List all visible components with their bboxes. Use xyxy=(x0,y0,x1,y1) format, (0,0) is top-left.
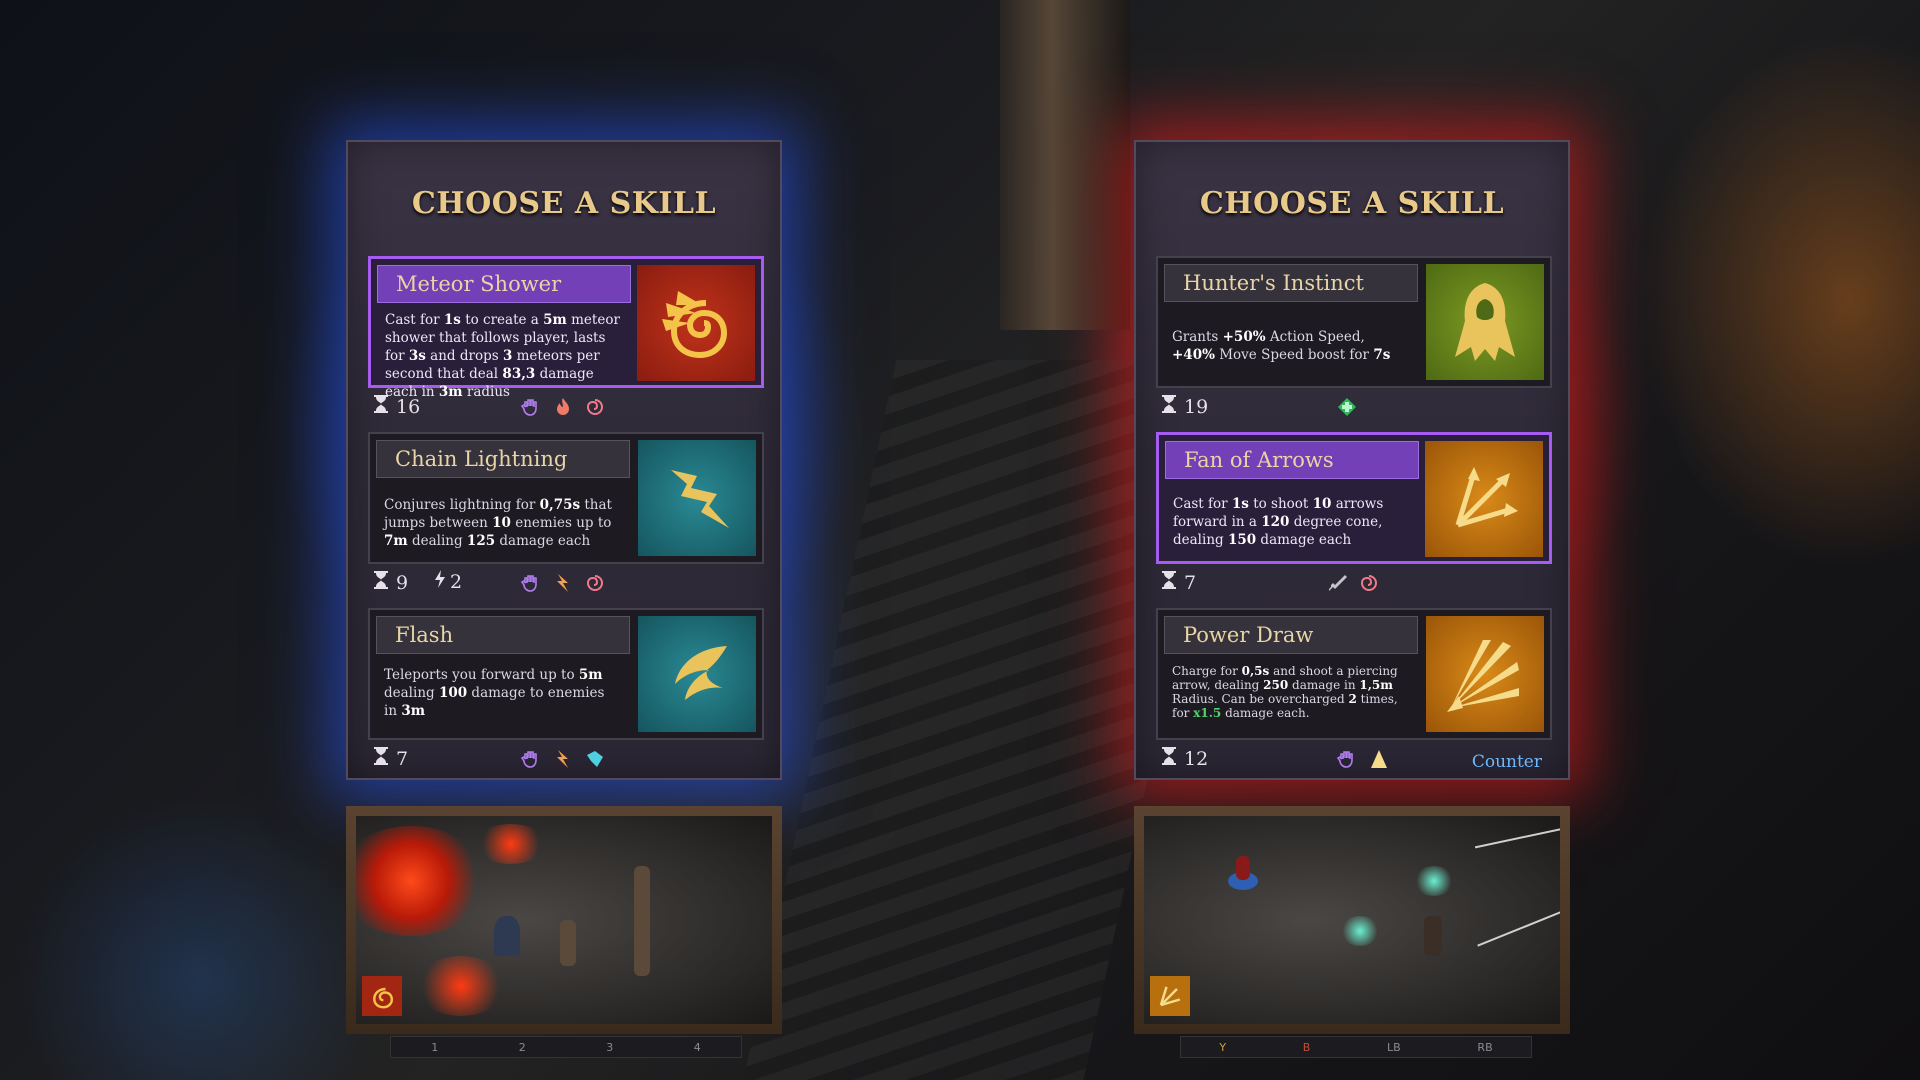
hotkey-bar-right: Y B LB RB xyxy=(1180,1036,1532,1058)
skill-description: Cast for 1s to shoot 10 arrows forward i… xyxy=(1173,496,1384,548)
panel-title: CHOOSE A SKILL xyxy=(411,186,717,221)
skill-tags xyxy=(1336,396,1358,418)
skill-name: Fan of Arrows xyxy=(1165,441,1419,479)
skill-tags xyxy=(520,748,606,770)
skill-description: Cast for 1s to create a 5m meteor shower… xyxy=(385,312,620,400)
arrow-fan-icon xyxy=(1150,976,1190,1016)
meteor-icon xyxy=(637,265,755,381)
meteor-icon xyxy=(362,976,402,1016)
skill-description: Teleports you forward up to 5m dealing 1… xyxy=(384,667,605,719)
skill-card-power-draw[interactable]: Power Draw Charge for 0,5s and shoot a p… xyxy=(1156,608,1552,740)
preview-scene xyxy=(1144,816,1560,1024)
hotkey-bar-left: 1 2 3 4 xyxy=(390,1036,742,1058)
green-cross-icon xyxy=(1336,396,1358,418)
spiral-icon xyxy=(584,396,606,418)
preview-scene xyxy=(356,816,772,1024)
skill-tags xyxy=(520,572,606,594)
skill-name: Meteor Shower xyxy=(377,265,631,303)
hand-icon xyxy=(520,748,542,770)
skill-tags xyxy=(1326,572,1380,594)
hourglass-icon xyxy=(372,394,390,419)
fire-icon xyxy=(552,396,574,418)
skill-name: Power Draw xyxy=(1164,616,1418,654)
power-draw-icon xyxy=(1426,616,1544,732)
hand-icon xyxy=(520,396,542,418)
hourglass-icon xyxy=(372,746,390,771)
spiral-icon xyxy=(1358,572,1380,594)
skill-card-hunters-instinct[interactable]: Hunter's Instinct Grants +50% Action Spe… xyxy=(1156,256,1552,388)
skill-meta-row: 7 xyxy=(1160,570,1556,596)
hotkey-4[interactable]: 4 xyxy=(694,1041,701,1054)
skill-panel-left: CHOOSE A SKILL Meteor Shower Cast for 1s… xyxy=(346,140,782,780)
cooldown: 9 xyxy=(372,570,408,595)
flash-wing-icon xyxy=(638,616,756,732)
skill-meta-row: 16 xyxy=(372,394,768,420)
cooldown: 12 xyxy=(1160,746,1208,771)
lightning-icon xyxy=(552,572,574,594)
skill-card-chain-lightning[interactable]: Chain Lightning Conjures lightning for 0… xyxy=(368,432,764,564)
hooded-hunter-icon xyxy=(1426,264,1544,380)
skill-description: Charge for 0,5s and shoot a piercing arr… xyxy=(1172,664,1398,720)
skill-description: Conjures lightning for 0,75s that jumps … xyxy=(384,497,612,549)
skill-panel-right: CHOOSE A SKILL Hunter's Instinct Grants … xyxy=(1134,140,1570,780)
hand-icon xyxy=(520,572,542,594)
dagger-icon xyxy=(1326,572,1348,594)
hotkey-rb[interactable]: RB xyxy=(1477,1041,1492,1054)
cooldown: 7 xyxy=(1160,570,1196,595)
skill-meta-row: 12 Counter xyxy=(1160,746,1556,772)
cooldown: 19 xyxy=(1160,394,1208,419)
charges: 2 xyxy=(434,570,462,593)
lightning-trident-icon xyxy=(638,440,756,556)
bolt-icon xyxy=(434,570,446,593)
hotkey-b[interactable]: B xyxy=(1303,1041,1311,1054)
skill-tags xyxy=(520,396,606,418)
skill-card-flash[interactable]: Flash Teleports you forward up to 5m dea… xyxy=(368,608,764,740)
skill-meta-row: 19 xyxy=(1160,394,1556,420)
skill-card-meteor-shower[interactable]: Meteor Shower Cast for 1s to create a 5m… xyxy=(368,256,764,400)
hotkey-3[interactable]: 3 xyxy=(606,1041,613,1054)
skill-name: Hunter's Instinct xyxy=(1164,264,1418,302)
hand-icon xyxy=(1336,748,1358,770)
hourglass-icon xyxy=(1160,570,1178,595)
skill-name: Chain Lightning xyxy=(376,440,630,478)
skill-description: Grants +50% Action Speed, +40% Move Spee… xyxy=(1172,329,1391,363)
counter-label: Counter xyxy=(1471,752,1542,772)
hotkey-1[interactable]: 1 xyxy=(431,1041,438,1054)
hotkey-2[interactable]: 2 xyxy=(519,1041,526,1054)
cone-icon xyxy=(1368,748,1390,770)
arrow-fan-icon xyxy=(1425,441,1543,557)
hourglass-icon xyxy=(1160,394,1178,419)
hourglass-icon xyxy=(1160,746,1178,771)
cooldown: 7 xyxy=(372,746,408,771)
lightning-icon xyxy=(552,748,574,770)
skill-meta-row: 9 2 xyxy=(372,570,768,596)
skill-preview-right xyxy=(1134,806,1570,1034)
hotkey-lb[interactable]: LB xyxy=(1387,1041,1401,1054)
skill-meta-row: 7 xyxy=(372,746,768,772)
skill-preview-left xyxy=(346,806,782,1034)
background-pillar xyxy=(1000,0,1130,330)
cooldown: 16 xyxy=(372,394,420,419)
skill-card-fan-of-arrows[interactable]: Fan of Arrows Cast for 1s to shoot 10 ar… xyxy=(1156,432,1552,564)
spiral-icon xyxy=(584,572,606,594)
hotkey-y[interactable]: Y xyxy=(1219,1041,1226,1054)
panel-title: CHOOSE A SKILL xyxy=(1199,186,1505,221)
skill-name: Flash xyxy=(376,616,630,654)
hourglass-icon xyxy=(372,570,390,595)
dash-icon xyxy=(584,748,606,770)
skill-tags xyxy=(1336,748,1390,770)
